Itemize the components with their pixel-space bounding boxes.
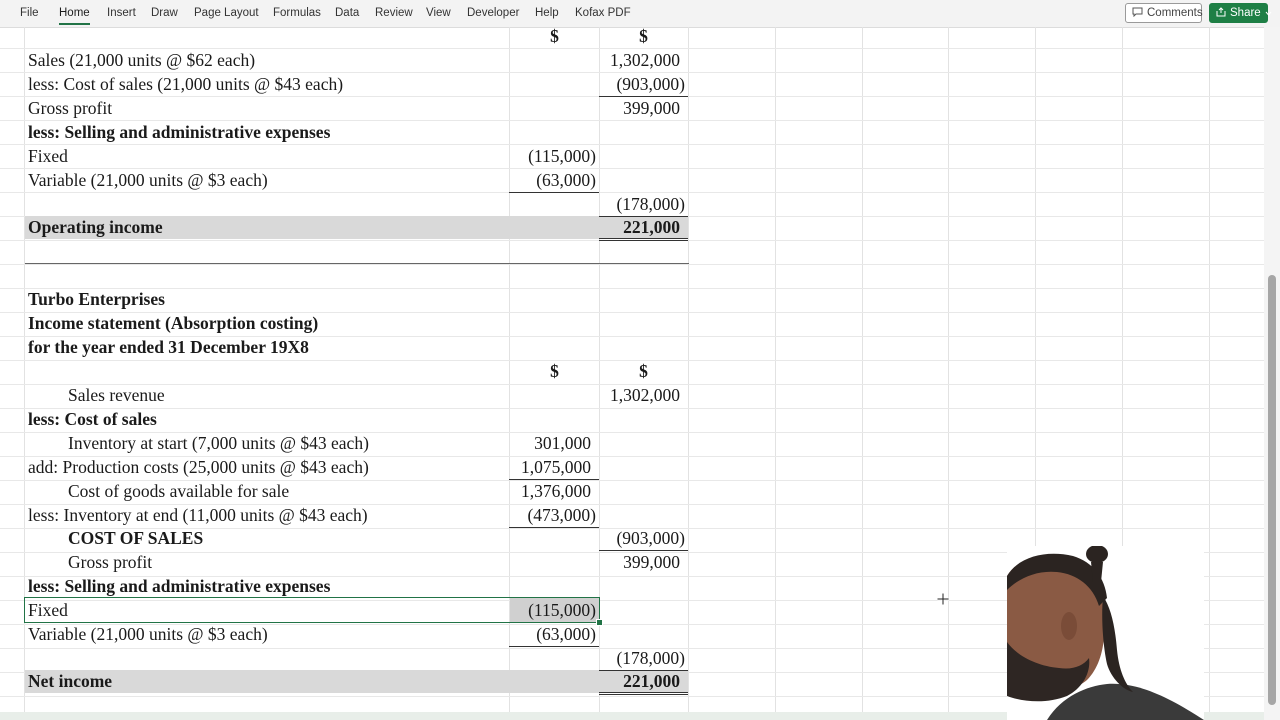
double-underline <box>599 240 688 241</box>
column-gridline <box>775 27 776 712</box>
top-cos-value: (903,000) <box>616 74 685 94</box>
top-oi-label: Operating income <box>28 217 163 237</box>
column-gridline <box>862 27 863 712</box>
statement-period: for the year ended 31 December 19X8 <box>28 337 309 357</box>
top-gp-value: 399,000 <box>623 98 680 118</box>
underline <box>509 192 599 193</box>
share-button[interactable]: Share <box>1209 3 1272 23</box>
menu-review[interactable]: Review <box>375 7 413 19</box>
production-costs-value: 1,075,000 <box>521 457 591 477</box>
share-icon <box>1216 6 1226 20</box>
menu-view[interactable]: View <box>426 7 451 19</box>
menu-formulas[interactable]: Formulas <box>273 7 321 19</box>
menu-kofax-pdf[interactable]: Kofax PDF <box>575 7 631 19</box>
menu-data[interactable]: Data <box>335 7 359 19</box>
bottom-gp-value: 399,000 <box>623 552 680 572</box>
statement-title: Income statement (Absorption costing) <box>28 313 319 333</box>
row-gridline <box>0 288 1264 289</box>
row-gridline <box>0 264 1264 265</box>
chevron-down-icon <box>1265 7 1272 19</box>
inv-start-value: 301,000 <box>534 433 591 453</box>
bottom-header-col-c: $ <box>639 361 648 381</box>
section-divider <box>25 263 689 264</box>
bottom-fixed-label[interactable]: Fixed <box>28 599 68 622</box>
bottom-sales-label: Sales revenue <box>68 385 165 405</box>
presenter-webcam-image <box>1007 546 1204 720</box>
bottom-fixed-value[interactable]: (115,000) <box>510 599 596 622</box>
top-header-col-b: $ <box>550 27 559 46</box>
bottom-gp-label: Gross profit <box>68 552 153 572</box>
cogas-label: Cost of goods available for sale <box>68 481 290 501</box>
menu-developer[interactable]: Developer <box>467 7 519 19</box>
double-underline <box>599 692 688 693</box>
top-sales-label: Sales (21,000 units @ $62 each) <box>28 50 256 70</box>
company-name: Turbo Enterprises <box>28 289 165 309</box>
double-underline <box>599 694 688 695</box>
bottom-var-label: Variable (21,000 units @ $3 each) <box>28 624 268 644</box>
top-sales-value: 1,302,000 <box>610 50 680 70</box>
top-sae-label: less: Selling and administrative expense… <box>28 122 331 142</box>
menu-file[interactable]: File <box>20 7 39 19</box>
fill-handle[interactable] <box>596 619 603 626</box>
column-gridline <box>1209 27 1210 712</box>
share-label: Share <box>1230 7 1261 19</box>
top-var-value: (63,000) <box>536 170 596 190</box>
bottom-cos-label: less: Cost of sales <box>28 409 157 429</box>
top-fixed-value: (115,000) <box>528 146 596 166</box>
top-fixed-label: Fixed <box>28 146 68 166</box>
top-gp-label: Gross profit <box>28 98 113 118</box>
menu-insert[interactable]: Insert <box>107 7 136 19</box>
bottom-var-value: (63,000) <box>536 624 596 644</box>
inv-end-label: less: Inventory at end (11,000 units @ $… <box>28 505 368 525</box>
bottom-sales-value: 1,302,000 <box>610 385 680 405</box>
inv-start-label: Inventory at start (7,000 units @ $43 ea… <box>68 433 369 453</box>
top-var-label: Variable (21,000 units @ $3 each) <box>28 170 268 190</box>
net-income-label: Net income <box>28 671 113 691</box>
double-underline <box>599 238 688 239</box>
ribbon-menu-bar: File Home Insert Draw Page Layout Formul… <box>0 0 1280 28</box>
bottom-header-col-b: $ <box>550 361 559 381</box>
net-income-value: 221,000 <box>623 671 680 691</box>
top-header-col-c: $ <box>639 27 648 46</box>
menu-help[interactable]: Help <box>535 7 559 19</box>
top-sae-total: (178,000) <box>616 194 685 214</box>
menu-page-layout[interactable]: Page Layout <box>194 7 259 19</box>
inv-end-value: (473,000) <box>527 505 596 525</box>
row-gridline <box>0 144 1264 145</box>
column-gridline <box>688 27 689 712</box>
cos-total-label: COST OF SALES <box>68 528 204 548</box>
bottom-sae-label: less: Selling and administrative expense… <box>28 576 331 596</box>
menu-draw[interactable]: Draw <box>151 7 178 19</box>
top-cos-label: less: Cost of sales (21,000 units @ $43 … <box>28 74 344 94</box>
production-costs-label: add: Production costs (25,000 units @ $4… <box>28 457 369 477</box>
bottom-sae-total: (178,000) <box>616 648 685 668</box>
cos-total-value: (903,000) <box>616 528 685 548</box>
menu-home[interactable]: Home <box>59 7 90 25</box>
underline <box>509 527 599 528</box>
top-oi-value: 221,000 <box>623 217 680 237</box>
row-gridline <box>0 408 1264 409</box>
column-gridline <box>948 27 949 712</box>
move-cursor-icon <box>937 592 949 605</box>
comment-icon <box>1132 7 1143 20</box>
net-income-row-shading <box>25 670 688 693</box>
vertical-scrollbar[interactable] <box>1264 27 1280 720</box>
scrollbar-thumb[interactable] <box>1268 275 1276 705</box>
comments-button[interactable]: Comments <box>1125 3 1203 23</box>
cogas-value: 1,376,000 <box>521 481 591 501</box>
comments-label: Comments <box>1147 7 1203 19</box>
underline <box>509 646 599 647</box>
